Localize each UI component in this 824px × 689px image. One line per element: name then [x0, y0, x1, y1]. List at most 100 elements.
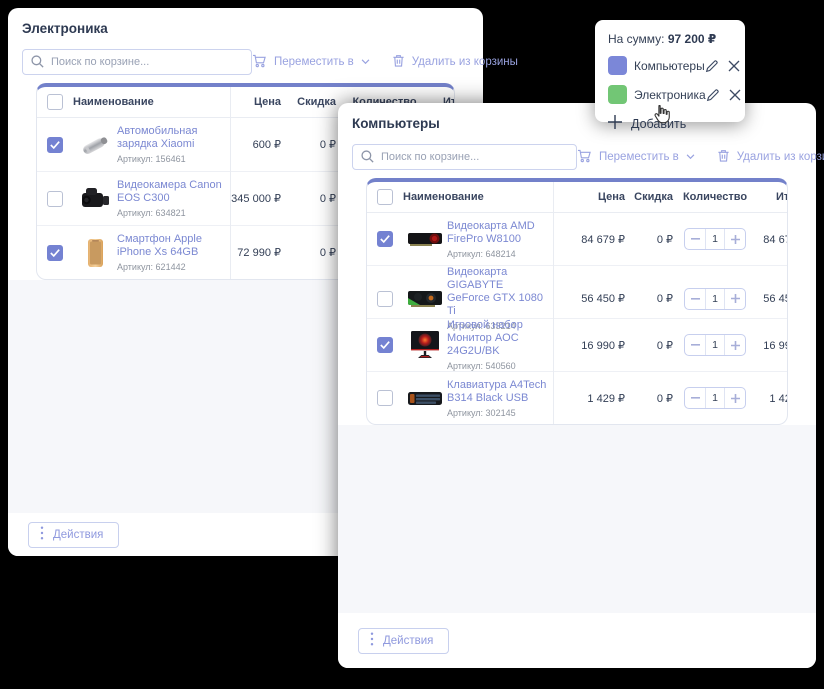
cart-total-value: 97 200 ₽	[668, 32, 716, 46]
product-image	[407, 330, 443, 360]
row-checkbox[interactable]	[377, 390, 393, 406]
header-price: Цена	[230, 96, 287, 108]
cart-color-swatch	[608, 56, 627, 75]
discount-cell: 0 ₽	[631, 233, 679, 246]
quantity-value[interactable]: 1	[705, 388, 725, 408]
quantity-stepper: 1	[684, 288, 746, 310]
discount-cell: 0 ₽	[287, 138, 342, 151]
product-name-link[interactable]: Видеокамера Canon EOS C300	[117, 179, 224, 205]
remove-cart-icon[interactable]	[729, 89, 741, 101]
quantity-increase-button[interactable]	[725, 229, 745, 249]
delete-from-cart-button[interactable]: Удалить из корзины	[392, 54, 518, 71]
product-sku: Артикул: 621442	[117, 262, 224, 272]
move-to-button[interactable]: Переместить в	[577, 149, 695, 166]
trash-icon	[717, 149, 730, 166]
product-image	[407, 284, 443, 314]
quantity-decrease-button[interactable]	[685, 388, 705, 408]
total-cell: 1 429 ₽	[751, 392, 788, 405]
delete-from-cart-button[interactable]: Удалить из корзины	[717, 149, 824, 166]
product-sku: Артикул: 156461	[117, 154, 224, 164]
carts-summary-popup: На сумму: 97 200 ₽ Компьютеры Электроник…	[595, 20, 745, 122]
search-input[interactable]	[22, 49, 252, 75]
row-checkbox[interactable]	[47, 191, 63, 207]
quantity-value[interactable]: 1	[705, 229, 725, 249]
product-image	[407, 383, 443, 413]
product-name-link[interactable]: Смартфон Apple iPhone Xs 64GB	[117, 233, 224, 259]
cart-list-item[interactable]: Электроника	[608, 84, 732, 105]
header-discount: Скидка	[287, 96, 342, 108]
header-price: Цена	[553, 191, 631, 203]
cart-color-swatch	[608, 85, 627, 104]
search-icon	[30, 54, 45, 69]
search-icon	[360, 149, 375, 164]
header-name: Наименование	[73, 96, 230, 108]
cart-card-computers: Компьютеры Переместить в Удалить из корз…	[338, 103, 816, 668]
table-header-row: Наименование Цена Скидка Количество Итог…	[367, 182, 787, 213]
cart-list-item[interactable]: Компьютеры	[608, 55, 732, 76]
quantity-increase-button[interactable]	[725, 388, 745, 408]
quantity-decrease-button[interactable]	[685, 289, 705, 309]
card-title: Электроника	[22, 21, 469, 36]
row-checkbox[interactable]	[377, 291, 393, 307]
quantity-stepper: 1	[684, 387, 746, 409]
edit-cart-icon[interactable]	[705, 59, 719, 73]
quantity-cell: 1	[679, 387, 751, 409]
table-row: Видеокарта AMD FirePro W8100 Артикул: 648…	[367, 213, 787, 266]
plus-icon	[608, 115, 622, 132]
discount-cell: 0 ₽	[631, 392, 679, 405]
product-image	[77, 130, 113, 160]
price-cell: 16 990 ₽	[553, 339, 631, 352]
cart-name: Электроника	[634, 88, 706, 102]
header-name: Наименование	[403, 191, 553, 203]
chevron-down-icon	[361, 56, 370, 68]
table-row: Клавиатура A4Tech B314 Black USBАртикул:…	[367, 372, 787, 424]
column-divider	[553, 182, 554, 424]
product-sku: Артикул: 540560	[447, 361, 547, 371]
cart-total: На сумму: 97 200 ₽	[608, 32, 732, 46]
move-to-button[interactable]: Переместить в	[252, 54, 370, 71]
table-row: Видеокарта GIGABYTE GeForce GTX 1080 TiА…	[367, 266, 787, 319]
add-cart-button[interactable]: Добавить	[608, 115, 732, 132]
total-cell: 16 990 ₽	[751, 339, 788, 352]
product-sku: Артикул: 634821	[117, 208, 224, 218]
quantity-stepper: 1	[684, 228, 746, 250]
product-name-link[interactable]: Клавиатура A4Tech B314 Black USB	[447, 379, 547, 405]
kebab-icon	[370, 632, 374, 649]
actions-button[interactable]: Действия	[28, 522, 119, 548]
table-row: Игровой набор Монитор AOC 24G2U/BK Артику…	[367, 319, 787, 372]
quantity-decrease-button[interactable]	[685, 229, 705, 249]
actions-button[interactable]: Действия	[358, 628, 449, 654]
price-cell: 84 679 ₽	[553, 233, 631, 246]
total-cell: 56 450 ₽	[751, 292, 788, 305]
product-name-link[interactable]: Видеокарта GIGABYTE GeForce GTX 1080 Ti	[447, 266, 547, 318]
discount-cell: 0 ₽	[631, 292, 679, 305]
product-name-link[interactable]: Видеокарта AMD FirePro W8100	[447, 220, 547, 246]
quantity-decrease-button[interactable]	[685, 335, 705, 355]
row-checkbox[interactable]	[47, 245, 63, 261]
row-checkbox[interactable]	[377, 231, 393, 247]
quantity-cell: 1	[679, 288, 751, 310]
chevron-down-icon	[686, 151, 695, 163]
quantity-cell: 1	[679, 228, 751, 250]
product-name-link[interactable]: Автомобильная зарядка Xiaomi	[117, 125, 224, 151]
remove-cart-icon[interactable]	[728, 60, 740, 72]
price-cell: 72 990 ₽	[230, 246, 287, 259]
trash-icon	[392, 54, 405, 71]
product-name-link[interactable]: Игровой набор Монитор AOC 24G2U/BK	[447, 319, 547, 358]
quantity-increase-button[interactable]	[725, 289, 745, 309]
cart-icon	[577, 149, 592, 166]
product-image	[77, 184, 113, 214]
edit-cart-icon[interactable]	[706, 88, 720, 102]
quantity-value[interactable]: 1	[705, 335, 725, 355]
quantity-value[interactable]: 1	[705, 289, 725, 309]
select-all-checkbox[interactable]	[47, 94, 63, 110]
search-input[interactable]	[352, 144, 577, 170]
select-all-checkbox[interactable]	[377, 189, 393, 205]
product-image	[77, 238, 113, 268]
row-checkbox[interactable]	[47, 137, 63, 153]
discount-cell: 0 ₽	[287, 192, 342, 205]
quantity-increase-button[interactable]	[725, 335, 745, 355]
product-sku: Артикул: 648214	[447, 249, 547, 259]
row-checkbox[interactable]	[377, 337, 393, 353]
card-header: Компьютеры Переместить в Удалить из корз…	[338, 103, 816, 425]
